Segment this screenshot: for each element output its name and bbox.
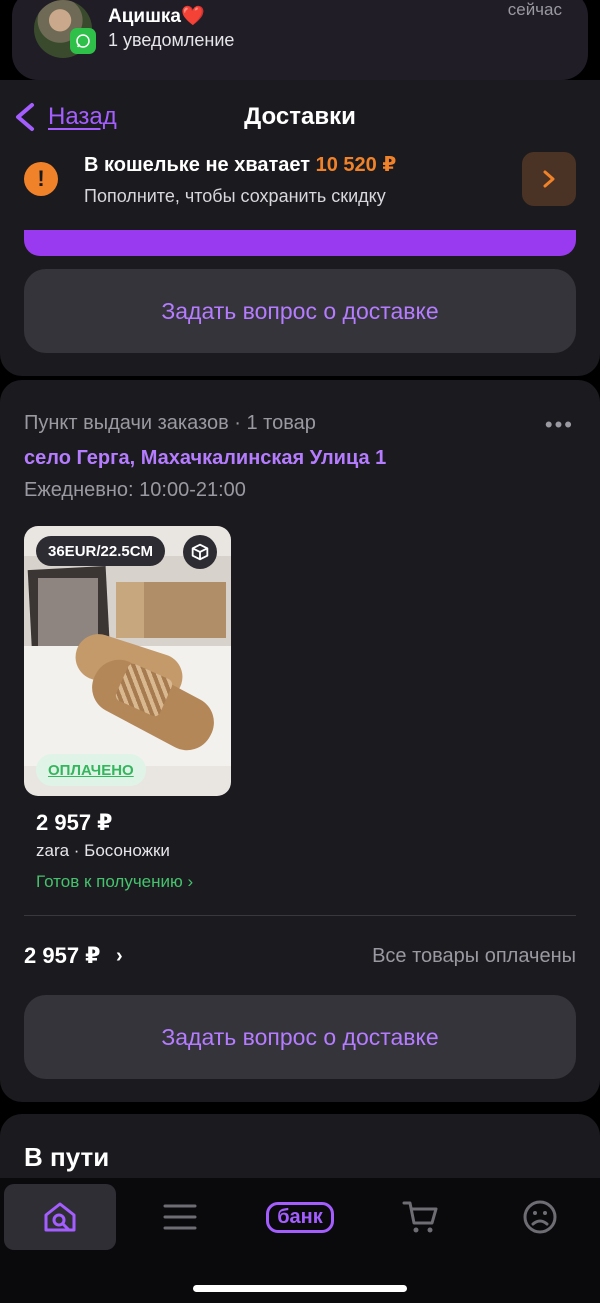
promo-strip [24, 230, 576, 256]
warning-icon: ! [24, 162, 58, 196]
ask-delivery-question-button[interactable]: Задать вопрос о доставке [24, 269, 576, 353]
item-name: zara · Босоножки [36, 841, 170, 860]
exchange-box-icon[interactable] [183, 535, 217, 569]
home-search-icon [44, 1202, 76, 1232]
page-title: Доставки [244, 103, 356, 130]
notification-time: сейчас [507, 0, 562, 19]
divider [24, 915, 576, 916]
more-options-icon[interactable]: ••• [545, 412, 574, 438]
pickup-hours: Ежедневно: 10:00-21:00 [24, 479, 246, 501]
cart-icon [402, 1201, 438, 1233]
profile-icon [523, 1200, 557, 1234]
bank-icon: банк [266, 1201, 334, 1233]
chevron-right-icon [543, 170, 555, 188]
wallet-warning-subtitle: Пополните, чтобы сохранить скидку [84, 186, 386, 206]
home-indicator [193, 1285, 407, 1292]
photo-detail [144, 582, 226, 638]
menu-icon [163, 1204, 197, 1230]
chevron-right-icon[interactable]: › [116, 945, 123, 968]
item-price: 2 957 ₽ [36, 810, 113, 835]
wallet-warning-title: В кошельке не хватает 10 520 ₽ [84, 154, 397, 176]
whatsapp-icon [70, 28, 96, 54]
in-transit-title: В пути [24, 1142, 110, 1172]
heart-icon: ❤️ [181, 6, 205, 27]
product-card[interactable]: 36EUR/22.5CM ОПЛАЧЕНО [24, 526, 231, 796]
ask-delivery-question-button[interactable]: Задать вопрос о доставке [24, 995, 576, 1079]
push-notification[interactable]: Ацишка❤️ 1 уведомление сейчас [12, 0, 588, 80]
tab-cart[interactable] [364, 1184, 476, 1250]
tab-bank[interactable]: банк [244, 1184, 356, 1250]
notification-text: 1 уведомление [108, 30, 235, 50]
notification-sender: Ацишка❤️ [108, 6, 205, 27]
wallet-topup-button[interactable] [522, 152, 576, 206]
wallet-shortfall-amount: 10 520 ₽ [315, 154, 397, 176]
tab-home[interactable] [4, 1184, 116, 1250]
tab-profile[interactable] [484, 1184, 596, 1250]
paid-status-badge: ОПЛАЧЕНО [36, 754, 146, 786]
tab-catalog[interactable] [124, 1184, 236, 1250]
size-badge: 36EUR/22.5CM [36, 536, 166, 566]
ready-for-pickup-link[interactable]: Готов к получению › [36, 872, 193, 892]
order-total[interactable]: 2 957 ₽ [24, 943, 100, 969]
pickup-type: Пункт выдачи заказов · 1 товар [24, 412, 316, 434]
pickup-address[interactable]: село Герга, Махачкалинская Улица 1 [24, 447, 386, 470]
payment-status: Все товары оплачены [372, 945, 576, 967]
